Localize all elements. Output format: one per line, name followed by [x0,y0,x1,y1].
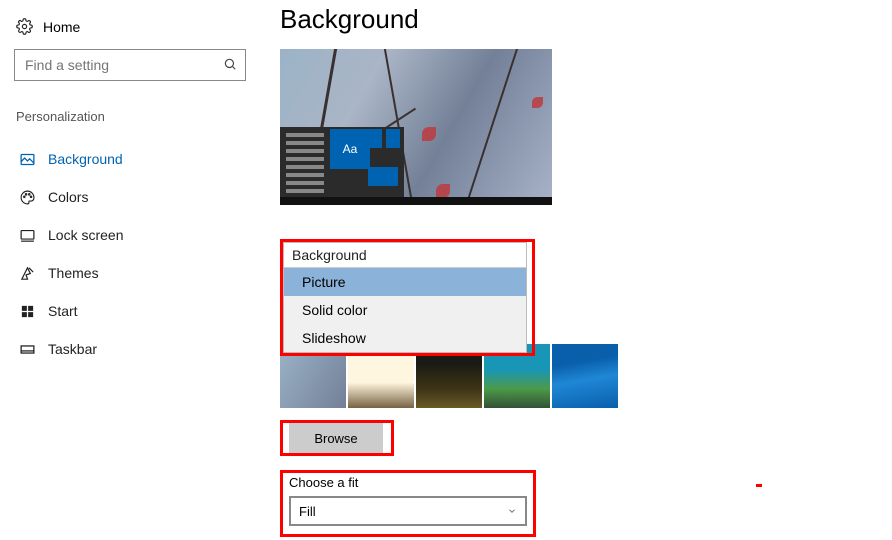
sidebar-item-themes[interactable]: Themes [14,254,246,292]
sidebar-item-label: Background [48,151,123,167]
sidebar-item-colors[interactable]: Colors [14,178,246,216]
palette-icon [18,189,36,206]
fit-label: Choose a fit [289,475,527,490]
sidebar-item-lock-screen[interactable]: Lock screen [14,216,246,254]
dropdown-option-slideshow[interactable]: Slideshow [284,324,526,352]
sidebar-item-label: Start [48,303,78,319]
chevron-down-icon [507,504,517,519]
fit-select[interactable]: Fill [289,496,527,526]
sidebar: Home Personalization Background [0,0,260,537]
background-dropdown-highlight: Background Picture Solid color Slideshow [280,239,535,356]
sidebar-item-label: Colors [48,189,88,205]
main-content: Background Aa Background Picture Solid [260,0,618,537]
fit-value: Fill [299,504,316,519]
sidebar-item-label: Lock screen [48,227,123,243]
browse-button[interactable]: Browse [289,423,383,453]
sidebar-item-label: Themes [48,265,99,281]
fit-highlight: Choose a fit Fill [280,470,536,537]
themes-icon [18,265,36,282]
dropdown-option-solid-color[interactable]: Solid color [284,296,526,324]
search-input[interactable] [14,49,246,81]
preview-sample-text: Aa [330,129,370,169]
preview-start-menu: Aa [280,127,404,197]
search-field[interactable] [25,57,205,73]
sidebar-item-background[interactable]: Background [14,140,246,178]
stray-mark [756,484,762,487]
home-button[interactable]: Home [14,18,246,35]
sidebar-item-start[interactable]: Start [14,292,246,330]
picture-icon [18,151,36,168]
category-label: Personalization [14,109,246,124]
picture-thumb[interactable] [552,344,618,408]
taskbar-icon [18,341,36,358]
lock-screen-icon [18,227,36,244]
dropdown-label: Background [284,243,526,268]
gear-icon [16,18,33,35]
dropdown-option-picture[interactable]: Picture [284,268,526,296]
search-icon [223,57,237,74]
sidebar-item-taskbar[interactable]: Taskbar [14,330,246,368]
browse-highlight: Browse [280,420,394,456]
start-icon [18,304,36,319]
desktop-preview: Aa [280,49,552,205]
sidebar-item-label: Taskbar [48,341,97,357]
background-dropdown[interactable]: Background Picture Solid color Slideshow [283,242,527,353]
page-title: Background [280,4,618,35]
home-label: Home [43,19,80,35]
